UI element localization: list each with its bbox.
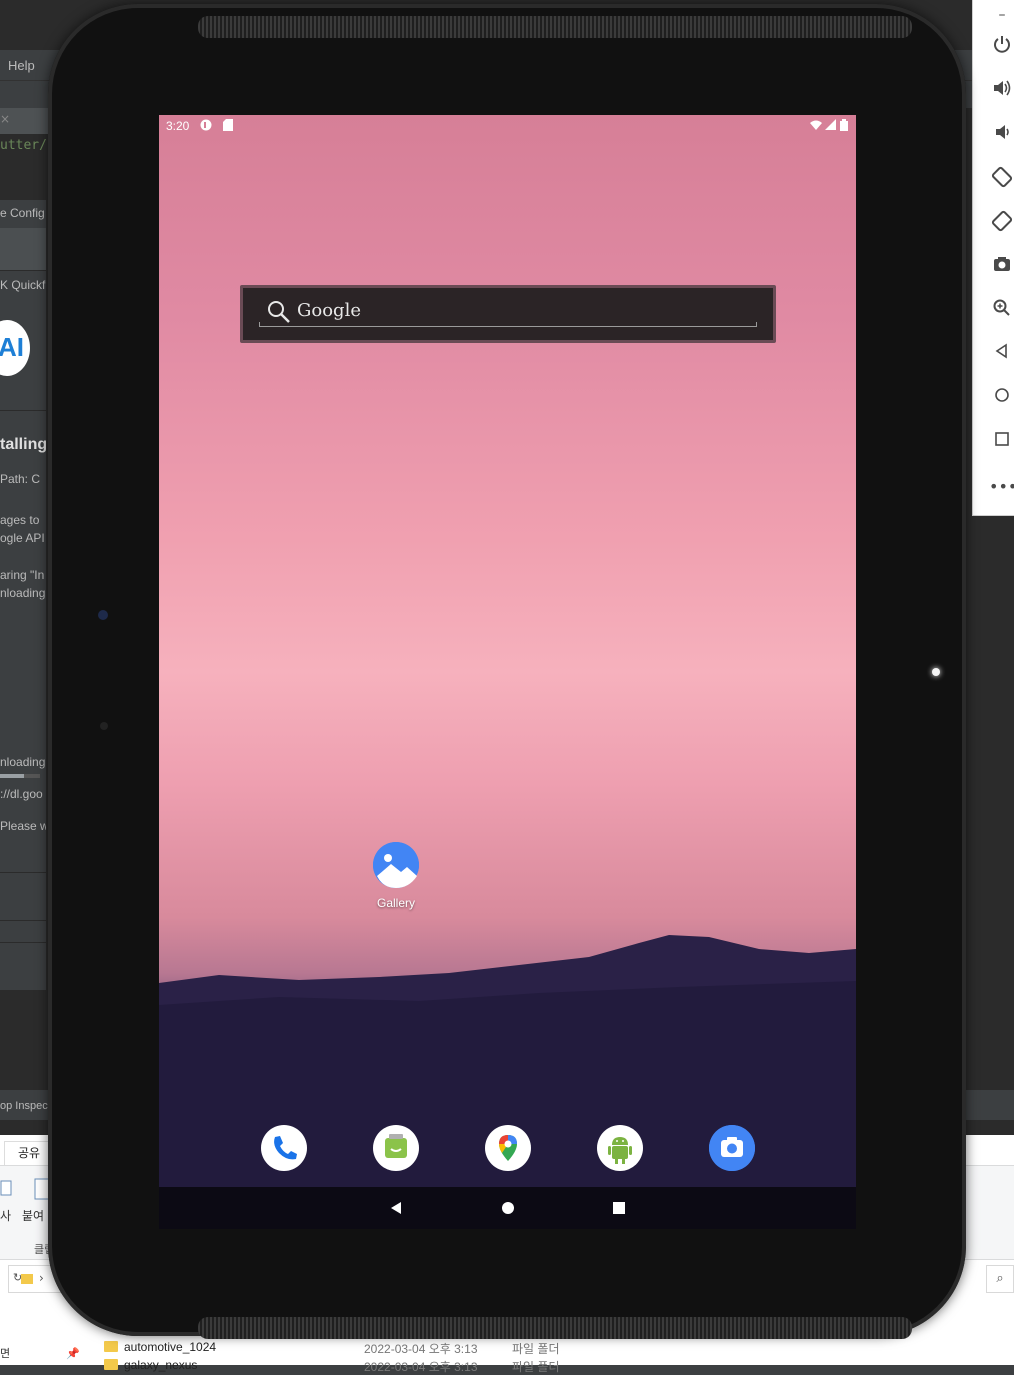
android-app-icon[interactable] xyxy=(597,1125,643,1171)
panel-line: ogle API xyxy=(0,531,45,545)
search-widget-text: Google xyxy=(297,300,361,321)
divider xyxy=(0,410,46,411)
chevron-right-icon[interactable]: › xyxy=(39,1271,44,1285)
maps-app-icon[interactable] xyxy=(485,1125,531,1171)
battery-icon xyxy=(840,119,848,131)
rotate-left-icon[interactable] xyxy=(989,166,1014,192)
speaker-grille-top xyxy=(198,16,912,38)
camera-icon[interactable] xyxy=(989,254,1014,280)
zoom-icon[interactable] xyxy=(989,298,1014,324)
panel-line: nloading xyxy=(0,586,46,600)
notification-led xyxy=(932,668,940,676)
home-icon[interactable] xyxy=(989,386,1014,412)
code-fragment: utter/ xyxy=(0,138,47,153)
speaker-grille-bottom xyxy=(198,1317,912,1339)
wifi-icon xyxy=(810,119,822,131)
panel-line: Please w xyxy=(0,819,46,833)
file-name: galaxy_nexus xyxy=(124,1358,198,1372)
navigation-bar xyxy=(159,1187,856,1229)
divider xyxy=(0,942,46,943)
divider xyxy=(0,872,46,873)
emulator-toolbar: – ••• xyxy=(972,0,1014,516)
copy-icon[interactable] xyxy=(0,1179,14,1210)
messages-app-icon[interactable] xyxy=(373,1125,419,1171)
search-icon[interactable]: ⌕ xyxy=(986,1265,1014,1293)
file-modified: 2022-03-04 오후 3:13 xyxy=(364,1342,478,1356)
sd-card-icon xyxy=(222,119,234,131)
divider xyxy=(0,270,46,271)
back-icon[interactable] xyxy=(989,342,1014,368)
ribbon-tab-share[interactable]: 공유 xyxy=(4,1141,54,1165)
paste-button-label[interactable]: 붙여 xyxy=(22,1207,44,1224)
camera-app-icon[interactable] xyxy=(709,1125,755,1171)
pin-icon[interactable]: 📌 xyxy=(66,1347,80,1360)
file-list-row[interactable]: automotive_1024 2022-03-04 오후 3:13 파일 폴더 xyxy=(104,1340,560,1356)
file-type: 파일 폴더 xyxy=(512,1342,560,1356)
nav-back-icon[interactable] xyxy=(387,1199,405,1217)
file-list-row[interactable]: galaxy_nexus 2022-03-04 오후 3:13 파일 폴더 xyxy=(104,1358,560,1374)
phone-app-icon[interactable] xyxy=(261,1125,307,1171)
download-progress-bar xyxy=(0,774,40,778)
nav-pane-item[interactable]: 면 xyxy=(0,1345,10,1361)
file-type: 파일 폴더 xyxy=(512,1360,560,1374)
panel-line: nloading xyxy=(0,755,46,769)
device-screen[interactable]: 3:20 Google Gallery xyxy=(159,115,856,1229)
copy-button-label[interactable]: 사 xyxy=(0,1207,11,1224)
sensor-dot xyxy=(100,722,108,730)
status-time: 3:20 xyxy=(166,119,190,133)
panel-line: aring "In xyxy=(0,568,45,582)
gallery-app-icon[interactable] xyxy=(373,842,419,888)
rotate-right-icon[interactable] xyxy=(989,210,1014,236)
panel-line: K Quickfi xyxy=(0,278,46,292)
signal-icon xyxy=(825,119,837,131)
minimize-icon[interactable]: – xyxy=(989,2,1014,28)
close-icon[interactable]: × xyxy=(0,112,10,126)
panel-line: Path: C xyxy=(0,472,41,486)
gallery-app-label[interactable]: Gallery xyxy=(364,896,428,910)
divider xyxy=(0,920,46,921)
wallpaper-mountain xyxy=(159,935,856,1229)
folder-icon xyxy=(104,1341,118,1352)
front-camera xyxy=(98,610,108,620)
nav-recents-icon[interactable] xyxy=(610,1199,628,1217)
more-icon[interactable]: ••• xyxy=(989,474,1014,500)
search-underline xyxy=(259,322,757,327)
volume-down-icon[interactable] xyxy=(989,122,1014,148)
menu-help[interactable]: Help xyxy=(8,58,35,73)
file-modified: 2022-03-04 오후 3:13 xyxy=(364,1360,478,1374)
overview-icon[interactable] xyxy=(989,430,1014,456)
google-search-widget[interactable]: Google xyxy=(240,285,776,343)
folder-icon xyxy=(21,1274,33,1284)
volume-up-icon[interactable] xyxy=(989,78,1014,104)
sync-icon xyxy=(200,119,212,131)
panel-line: ages to xyxy=(0,513,40,527)
panel-line: e Config xyxy=(0,206,45,220)
file-name: automotive_1024 xyxy=(124,1340,217,1354)
power-icon[interactable] xyxy=(989,34,1014,60)
panel-heading: talling xyxy=(0,436,46,453)
search-icon xyxy=(267,300,291,328)
status-bar: 3:20 xyxy=(159,115,856,137)
app-inspection-tab[interactable]: op Inspec xyxy=(0,1100,48,1112)
nav-home-icon[interactable] xyxy=(499,1199,517,1217)
panel-line: ://dl.goo xyxy=(0,787,43,801)
panel-header xyxy=(0,228,46,270)
ide-sdk-panel: e Config K Quickfi talling Path: C ages … xyxy=(0,200,46,990)
